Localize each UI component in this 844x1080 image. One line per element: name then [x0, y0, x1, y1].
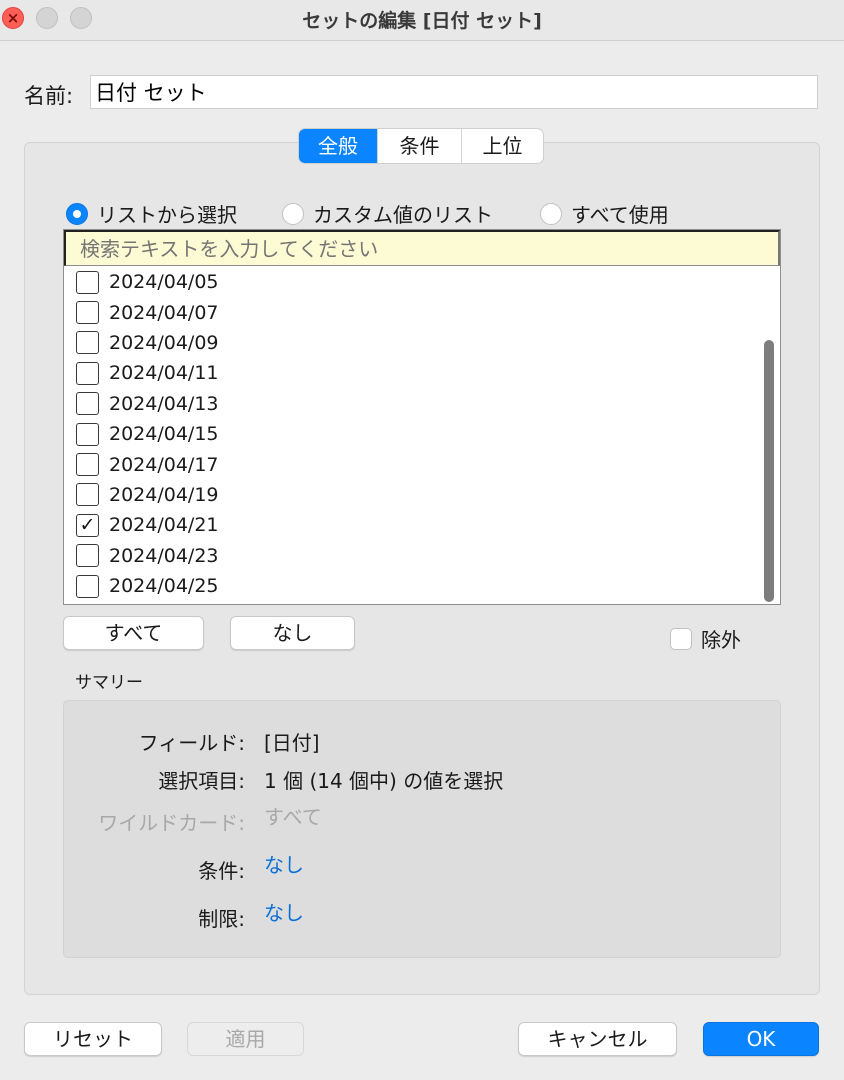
radio-label: カスタム値のリスト: [313, 203, 493, 227]
name-label: 名前:: [24, 84, 74, 108]
checkbox[interactable]: [76, 270, 99, 294]
value-list: 2024/04/05 2024/04/07 2024/04/09 2024/04…: [63, 229, 781, 605]
radio-select-from-list[interactable]: リストから選択: [66, 199, 237, 228]
summary-condition-label: 条件:: [198, 859, 245, 883]
ok-button[interactable]: OK: [703, 1022, 819, 1056]
checkbox[interactable]: [76, 544, 99, 568]
value-list-rows: 2024/04/05 2024/04/07 2024/04/09 2024/04…: [64, 267, 754, 601]
radio-dot: [540, 202, 562, 225]
list-item[interactable]: 2024/04/11: [64, 358, 754, 388]
reset-button[interactable]: リセット: [24, 1022, 162, 1056]
list-item[interactable]: 2024/04/07: [64, 297, 754, 327]
list-item[interactable]: 2024/04/17: [64, 449, 754, 479]
title-bar: × セットの編集 [日付 セット]: [0, 0, 844, 41]
list-item[interactable]: 2024/04/23: [64, 541, 754, 571]
summary-wildcard-label: ワイルドカード:: [98, 811, 245, 835]
summary-condition-value[interactable]: なし: [264, 849, 304, 878]
list-item[interactable]: 2024/04/15: [64, 419, 754, 449]
checkbox[interactable]: [76, 422, 99, 446]
select-all-button[interactable]: すべて: [63, 616, 204, 650]
list-item-label: 2024/04/11: [109, 362, 219, 385]
list-item[interactable]: ✓ 2024/04/21: [64, 510, 754, 540]
list-item-label: 2024/04/25: [109, 575, 219, 598]
window-title: セットの編集 [日付 セット]: [302, 10, 542, 32]
radio-custom-values[interactable]: カスタム値のリスト: [282, 199, 493, 228]
checkbox[interactable]: [76, 453, 99, 477]
summary-field-label: フィールド:: [138, 731, 245, 755]
summary-limit-value[interactable]: なし: [264, 897, 304, 926]
list-item-label: 2024/04/09: [109, 331, 219, 354]
radio-dot: [66, 202, 88, 225]
search-input[interactable]: [64, 230, 780, 266]
radio-use-all[interactable]: すべて使用: [540, 199, 669, 228]
radio-label: リストから選択: [97, 203, 237, 227]
checkmark-icon: ✓: [79, 513, 96, 536]
select-none-button[interactable]: なし: [230, 616, 355, 650]
exclude-label: 除外: [701, 628, 741, 652]
list-item[interactable]: 2024/04/05: [64, 267, 754, 297]
summary-selection-label: 選択項目:: [158, 769, 245, 793]
list-item-label: 2024/04/07: [109, 301, 219, 324]
list-item[interactable]: 2024/04/19: [64, 480, 754, 510]
cancel-button[interactable]: キャンセル: [518, 1022, 677, 1056]
summary-limit-label: 制限:: [198, 907, 245, 931]
radio-label: すべて使用: [571, 203, 669, 227]
tab-bar: 全般 条件 上位: [298, 128, 544, 164]
radio-dot: [282, 202, 304, 225]
checkbox[interactable]: [76, 361, 99, 385]
checkbox[interactable]: [76, 331, 99, 355]
name-input[interactable]: [90, 75, 818, 109]
list-scrollbar[interactable]: [764, 340, 774, 602]
list-item[interactable]: 2024/04/25: [64, 571, 754, 601]
summary-title: サマリー: [75, 673, 143, 693]
exclude-checkbox[interactable]: 除外: [670, 624, 741, 653]
list-item-label: 2024/04/17: [109, 453, 219, 476]
checkbox[interactable]: [76, 301, 99, 325]
tab-general[interactable]: 全般: [299, 129, 378, 163]
list-item[interactable]: 2024/04/09: [64, 328, 754, 358]
list-item-label: 2024/04/15: [109, 423, 219, 446]
checkbox[interactable]: [76, 392, 99, 416]
tab-top[interactable]: 上位: [462, 129, 543, 163]
list-item-label: 2024/04/05: [109, 271, 219, 294]
summary-field-value: [日付]: [264, 731, 320, 755]
list-item-label: 2024/04/23: [109, 544, 219, 567]
summary-box: フィールド: [日付] 選択項目: 1 個 (14 個中) の値を選択 ワイルド…: [63, 700, 781, 958]
list-item-label: 2024/04/13: [109, 392, 219, 415]
list-item[interactable]: 2024/04/13: [64, 389, 754, 419]
apply-button[interactable]: 適用: [187, 1022, 304, 1056]
tab-condition[interactable]: 条件: [378, 129, 462, 163]
summary-selection-value: 1 個 (14 個中) の値を選択: [264, 769, 504, 793]
list-item-label: 2024/04/19: [109, 483, 219, 506]
checkbox[interactable]: [76, 574, 99, 598]
summary-wildcard-value: すべて: [264, 805, 322, 829]
checkbox[interactable]: [670, 627, 692, 650]
checkbox-checked[interactable]: ✓: [76, 513, 99, 537]
list-item-label: 2024/04/21: [109, 514, 219, 537]
checkbox[interactable]: [76, 483, 99, 507]
